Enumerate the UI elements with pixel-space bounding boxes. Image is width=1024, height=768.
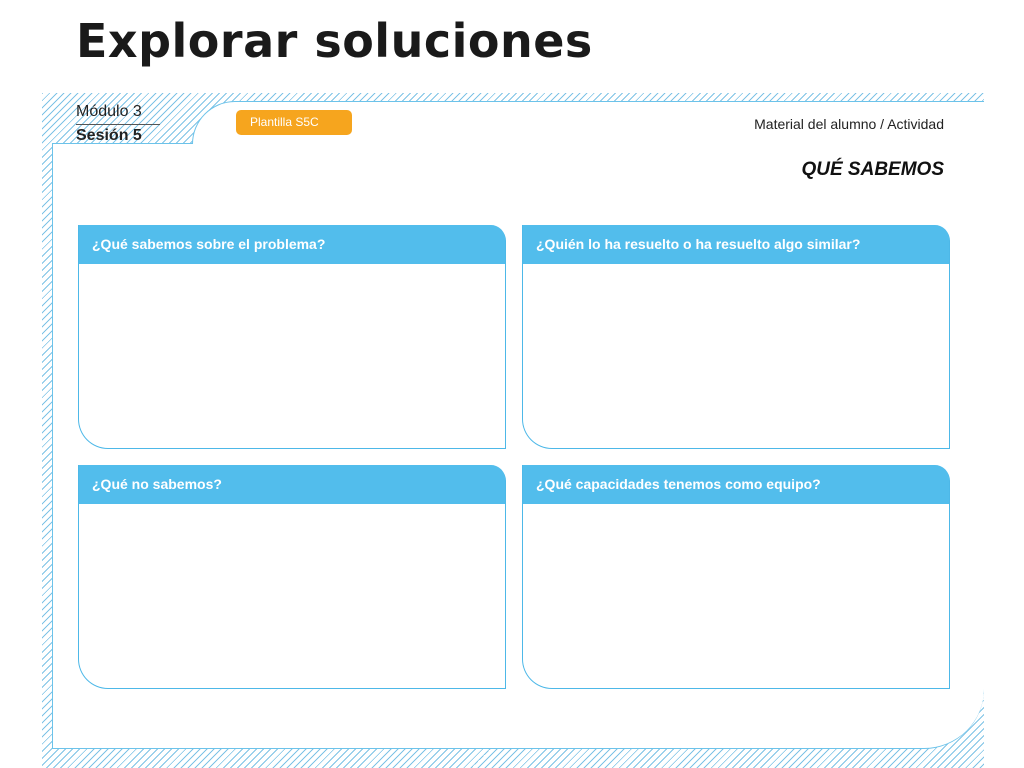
answer-box-question: ¿Qué sabemos sobre el problema? [79, 225, 505, 264]
answer-box-team-capabilities[interactable]: ¿Qué capacidades tenemos como equipo? [522, 465, 950, 689]
answer-box-question: ¿Qué capacidades tenemos como equipo? [523, 465, 949, 504]
module-label: Módulo 3 [76, 103, 142, 120]
session-label: Sesión 5 [76, 127, 142, 144]
slide-title: Explorar soluciones [76, 14, 593, 68]
answer-box-question: ¿Quién lo ha resuelto o ha resuelto algo… [523, 225, 949, 264]
section-heading: QUÉ SABEMOS [801, 159, 944, 180]
worksheet: Módulo 3 Sesión 5 Plantilla S5C Material… [42, 93, 984, 768]
answer-box-unknown[interactable]: ¿Qué no sabemos? [78, 465, 506, 689]
module-divider [76, 124, 160, 125]
template-tag: Plantilla S5C [236, 110, 352, 135]
answer-box-known[interactable]: ¿Qué sabemos sobre el problema? [78, 225, 506, 449]
answer-box-who-solved[interactable]: ¿Quién lo ha resuelto o ha resuelto algo… [522, 225, 950, 449]
material-label: Material del alumno / Actividad [754, 116, 944, 132]
answer-box-question: ¿Qué no sabemos? [79, 465, 505, 504]
